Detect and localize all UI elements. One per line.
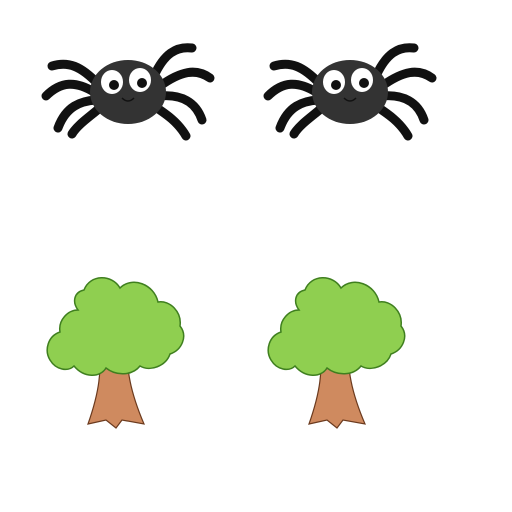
spider-icon	[258, 36, 442, 144]
tree-icon	[38, 260, 190, 432]
spider-icon	[36, 36, 220, 144]
scene-canvas	[0, 0, 512, 512]
tree-icon	[259, 260, 411, 432]
